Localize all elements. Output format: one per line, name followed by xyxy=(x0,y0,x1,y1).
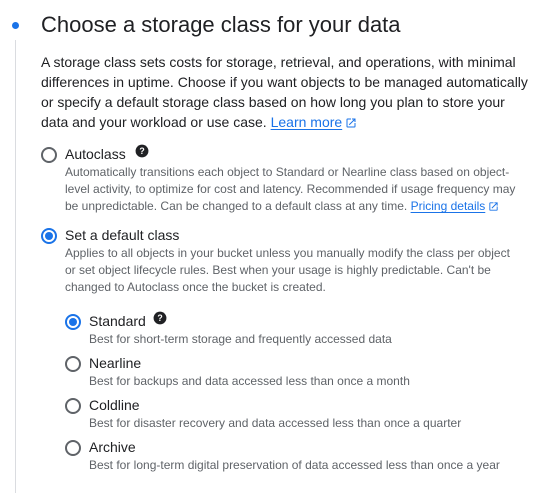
standard-radio[interactable] xyxy=(65,314,81,330)
svg-text:?: ? xyxy=(139,146,144,156)
default-class-radio[interactable] xyxy=(41,228,57,244)
standard-description: Best for short-term storage and frequent… xyxy=(89,332,392,346)
help-circle-icon[interactable]: ? xyxy=(153,311,167,325)
pricing-details-label: Pricing details xyxy=(410,199,486,213)
nearline-description: Best for backups and data accessed less … xyxy=(89,374,410,388)
nearline-label[interactable]: Nearline xyxy=(89,353,141,373)
section-title: Choose a storage class for your data xyxy=(41,12,401,37)
step-rail xyxy=(15,40,16,493)
autoclass-description: Automatically transitions each object to… xyxy=(65,164,525,215)
default-class-label[interactable]: Set a default class xyxy=(65,225,179,245)
autoclass-radio[interactable] xyxy=(41,147,57,163)
storage-class-section: Choose a storage class for your data A s… xyxy=(41,11,531,132)
svg-text:?: ? xyxy=(157,313,162,323)
coldline-label[interactable]: Coldline xyxy=(89,395,140,415)
step-indicator-dot xyxy=(12,22,19,29)
pricing-details-link[interactable]: Pricing details xyxy=(411,199,500,213)
section-intro: A storage class sets costs for storage, … xyxy=(41,52,531,132)
learn-more-link[interactable]: Learn more xyxy=(271,114,358,130)
nearline-radio[interactable] xyxy=(65,356,81,372)
default-class-description: Applies to all objects in your bucket un… xyxy=(65,246,510,294)
autoclass-label[interactable]: Autoclass xyxy=(65,144,126,164)
archive-label[interactable]: Archive xyxy=(89,437,136,457)
coldline-radio[interactable] xyxy=(65,398,81,414)
learn-more-label: Learn more xyxy=(270,114,343,130)
open-in-new-icon xyxy=(489,202,498,211)
standard-label[interactable]: Standard xyxy=(89,311,146,331)
archive-radio[interactable] xyxy=(65,440,81,456)
open-in-new-icon xyxy=(346,118,356,128)
archive-description: Best for long-term digital preservation … xyxy=(89,458,500,472)
help-circle-icon[interactable]: ? xyxy=(135,144,149,158)
coldline-description: Best for disaster recovery and data acce… xyxy=(89,416,462,430)
